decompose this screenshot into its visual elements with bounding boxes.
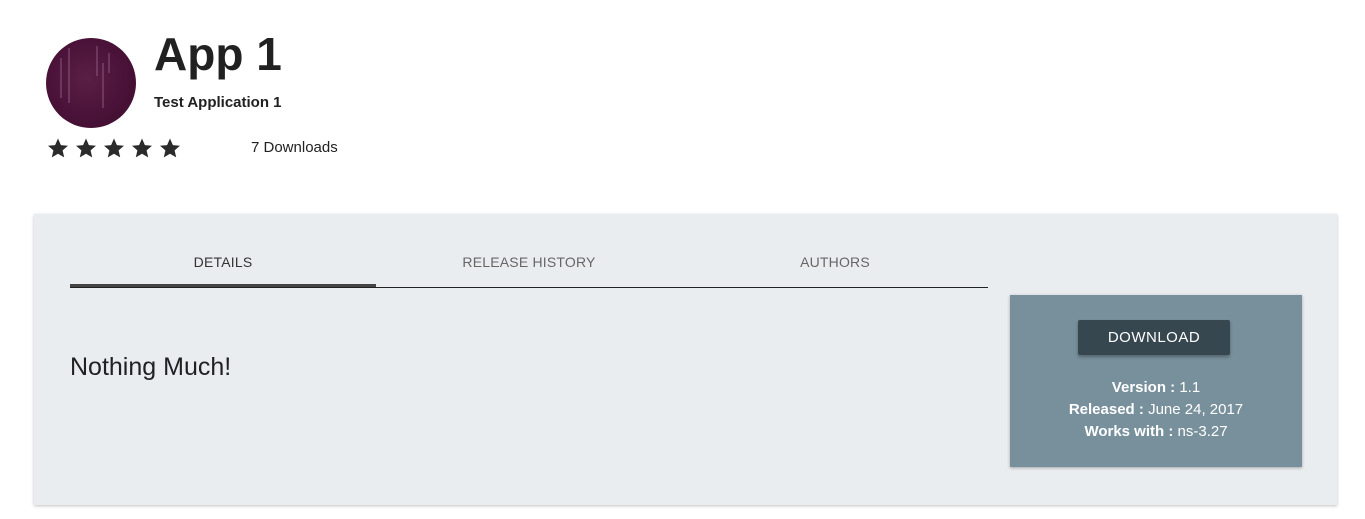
release-meta: Version : 1.1 Released : June 24, 2017 W…	[1010, 377, 1302, 443]
released-label: Released :	[1068, 401, 1144, 418]
star-icon	[48, 138, 68, 158]
app-title: App 1	[154, 28, 282, 80]
download-count: 7 Downloads	[251, 139, 338, 156]
star-icon	[132, 138, 152, 158]
released-value: June 24, 2017	[1148, 401, 1244, 418]
download-button[interactable]: DOWNLOAD	[1078, 320, 1230, 355]
tab-bar: DETAILS RELEASE HISTORY AUTHORS	[70, 246, 988, 288]
app-info-panel: DETAILS RELEASE HISTORY AUTHORS Nothing …	[34, 214, 1337, 505]
download-card: DOWNLOAD Version : 1.1 Released : June 2…	[1010, 295, 1302, 467]
app-header: App 1 Test Application 1 7 Downloads	[0, 0, 1365, 200]
tab-details[interactable]: DETAILS	[70, 246, 376, 287]
details-content: Nothing Much!	[70, 353, 232, 381]
app-logo-icon	[46, 38, 136, 128]
star-icon	[76, 138, 96, 158]
tab-authors[interactable]: AUTHORS	[682, 246, 988, 287]
released-row: Released : June 24, 2017	[1010, 399, 1302, 421]
version-row: Version : 1.1	[1010, 377, 1302, 399]
works-with-row: Works with : ns-3.27	[1010, 421, 1302, 443]
rating-stars	[46, 136, 182, 160]
star-icon	[104, 138, 124, 158]
star-icon	[160, 138, 180, 158]
app-subtitle: Test Application 1	[154, 94, 282, 111]
version-label: Version :	[1111, 379, 1176, 396]
version-value: 1.1	[1179, 379, 1201, 396]
works-with-label: Works with :	[1084, 423, 1174, 440]
works-with-value: ns-3.27	[1177, 423, 1228, 440]
tab-release-history[interactable]: RELEASE HISTORY	[376, 246, 682, 287]
